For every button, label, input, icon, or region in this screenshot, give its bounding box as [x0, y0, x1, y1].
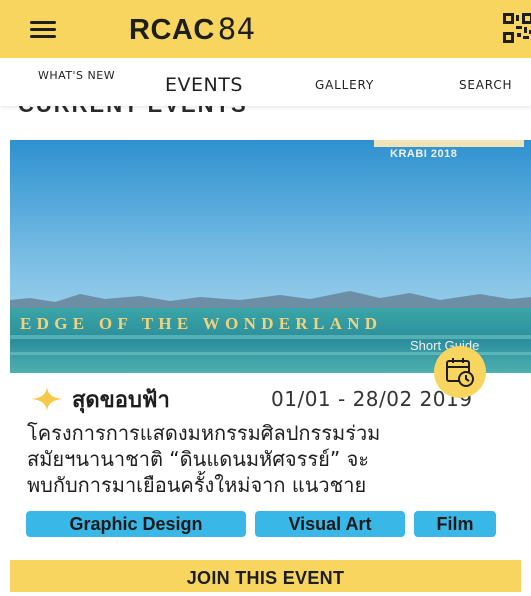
- description-line: โครงการการแสดงมหกรรมศิลปกรรมร่วม: [27, 421, 381, 445]
- qr-code-icon[interactable]: [503, 13, 531, 43]
- brand-logo: RCAC 84: [129, 12, 256, 47]
- cover-subtitle: KRABI 2018: [390, 148, 458, 160]
- tab-gallery[interactable]: GALLERY: [315, 78, 374, 92]
- app-bar: RCAC 84: [0, 0, 531, 58]
- calendar-clock-icon: [446, 358, 474, 387]
- brand-number: 84: [217, 12, 256, 46]
- cover-title: EDGE OF THE WONDERLAND: [20, 314, 383, 333]
- hamburger-menu-icon[interactable]: [30, 21, 56, 38]
- description-line: สมัยฯนานาชาติ “ดินแดนมหัศจรรย์” จะ: [27, 447, 370, 471]
- tag-film[interactable]: Film: [414, 511, 496, 537]
- tab-bar: WHAT'S NEW EVENTS GALLERY SEARCH: [0, 58, 531, 106]
- tag-graphic-design[interactable]: Graphic Design: [26, 511, 246, 537]
- tab-search[interactable]: SEARCH: [459, 78, 512, 92]
- event-cover-image[interactable]: KRABI 2018 EDGE OF THE WONDERLAND Short …: [10, 140, 531, 373]
- join-event-button[interactable]: JOIN THIS EVENT: [10, 560, 521, 592]
- sparkle-star-icon: [31, 387, 63, 411]
- tab-whats-new[interactable]: WHAT'S NEW: [38, 69, 115, 82]
- tab-events[interactable]: EVENTS: [165, 74, 243, 96]
- tag-visual-art[interactable]: Visual Art: [255, 511, 405, 537]
- brand-name: RCAC: [129, 14, 215, 46]
- event-description: โครงการการแสดงมหกรรมศิลปกรรมร่วม สมัยฯนา…: [27, 420, 527, 498]
- description-line: พบกับการมาเยือนครั้งใหม่จาก แนวชาย: [27, 473, 367, 497]
- add-to-calendar-button[interactable]: [434, 346, 486, 398]
- event-name: สุดขอบฟ้า: [72, 388, 170, 413]
